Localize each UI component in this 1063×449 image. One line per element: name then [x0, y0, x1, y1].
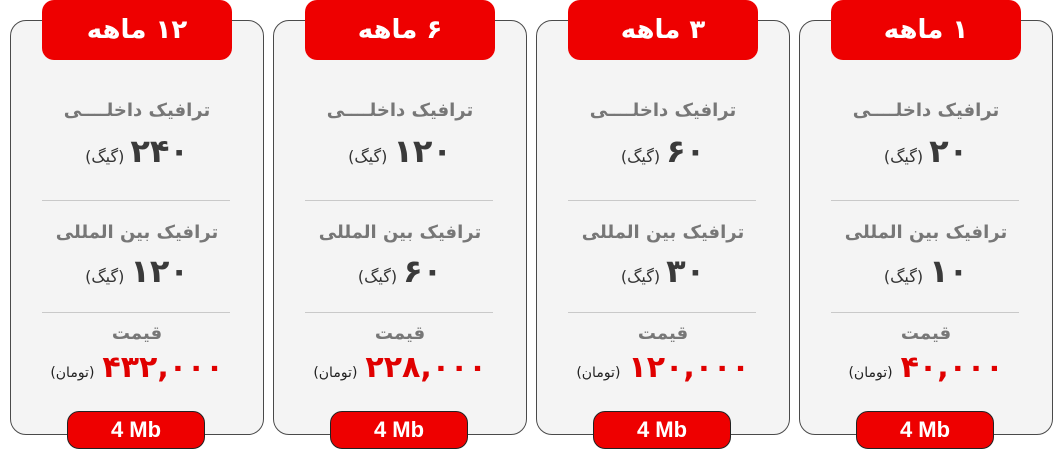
international-traffic-value: ۶۰ (گیگ): [273, 252, 527, 290]
domestic-traffic-value: ۲۰ (گیگ): [799, 132, 1053, 170]
divider: [831, 200, 1019, 201]
gig-unit: (گیگ): [85, 267, 125, 286]
speed-button[interactable]: 4 Mb: [330, 411, 468, 449]
price-label: قیمت: [637, 323, 689, 344]
international-traffic-amount: ۱۲۰: [130, 252, 189, 290]
domestic-traffic-amount: ۲۴۰: [130, 132, 189, 170]
speed-button[interactable]: 4 Mb: [593, 411, 731, 449]
domestic-traffic-label: ترافیک داخلــــی: [852, 100, 1000, 121]
divider: [831, 312, 1019, 313]
international-traffic-label: ترافیک بین المللی: [318, 222, 482, 243]
price-row: ۲۲۸,۰۰۰ (تومان): [273, 350, 527, 385]
domestic-traffic-label: ترافیک داخلــــی: [589, 100, 737, 121]
gig-unit: (گیگ): [883, 147, 924, 166]
price-amount: ۲۲۸,۰۰۰: [365, 350, 487, 385]
international-traffic-value: ۱۰ (گیگ): [799, 252, 1053, 290]
speed-button[interactable]: 4 Mb: [67, 411, 205, 449]
price-row: ۴۳۲,۰۰۰ (تومان): [10, 350, 264, 385]
currency-label: (تومان): [848, 365, 893, 381]
domestic-traffic-value: ۱۲۰ (گیگ): [273, 132, 527, 170]
currency-label: (تومان): [576, 365, 621, 381]
domestic-traffic-label: ترافیک داخلــــی: [63, 100, 211, 121]
currency-label: (تومان): [313, 365, 358, 381]
speed-button[interactable]: 4 Mb: [856, 411, 994, 449]
plan-body: ترافیک داخلــــی ۱۲۰ (گیگ) ترافیک بین ال…: [273, 20, 527, 435]
divider: [42, 312, 230, 313]
price-label: قیمت: [374, 323, 426, 344]
price-label: قیمت: [900, 323, 952, 344]
domestic-traffic-label: ترافیک داخلــــی: [326, 100, 474, 121]
gig-unit: (گیگ): [357, 267, 398, 286]
gig-unit: (گیگ): [85, 147, 125, 166]
price-label: قیمت: [111, 323, 163, 344]
domestic-traffic-value: ۲۴۰ (گیگ): [10, 132, 264, 170]
gig-unit: (گیگ): [620, 267, 661, 286]
divider: [568, 200, 756, 201]
gig-unit: (گیگ): [883, 267, 924, 286]
international-traffic-label: ترافیک بین المللی: [581, 222, 745, 243]
plan-body: ترافیک داخلــــی ۶۰ (گیگ) ترافیک بین الم…: [536, 20, 790, 435]
domestic-traffic-amount: ۱۲۰: [393, 132, 452, 170]
divider: [305, 200, 493, 201]
divider: [42, 200, 230, 201]
domestic-traffic-value: ۶۰ (گیگ): [536, 132, 790, 170]
divider: [305, 312, 493, 313]
plan-body: ترافیک داخلــــی ۲۴۰ (گیگ) ترافیک بین ال…: [10, 20, 264, 435]
price-amount: ۱۲۰,۰۰۰: [628, 350, 750, 385]
plan-body: ترافیک داخلــــی ۲۰ (گیگ) ترافیک بین الم…: [799, 20, 1053, 435]
domestic-traffic-amount: ۲۰: [929, 132, 969, 170]
price-row: ۴۰,۰۰۰ (تومان): [799, 350, 1053, 385]
price-row: ۱۲۰,۰۰۰ (تومان): [536, 350, 790, 385]
gig-unit: (گیگ): [348, 147, 388, 166]
international-traffic-amount: ۶۰: [403, 252, 443, 290]
currency-label: (تومان): [50, 365, 95, 381]
gig-unit: (گیگ): [620, 147, 661, 166]
price-amount: ۴۰,۰۰۰: [900, 350, 1004, 385]
domestic-traffic-amount: ۶۰: [666, 132, 706, 170]
divider: [568, 312, 756, 313]
international-traffic-label: ترافیک بین المللی: [844, 222, 1008, 243]
price-amount: ۴۳۲,۰۰۰: [102, 350, 224, 385]
international-traffic-label: ترافیک بین المللی: [55, 222, 219, 243]
international-traffic-value: ۱۲۰ (گیگ): [10, 252, 264, 290]
international-traffic-value: ۳۰ (گیگ): [536, 252, 790, 290]
international-traffic-amount: ۳۰: [666, 252, 706, 290]
international-traffic-amount: ۱۰: [929, 252, 969, 290]
